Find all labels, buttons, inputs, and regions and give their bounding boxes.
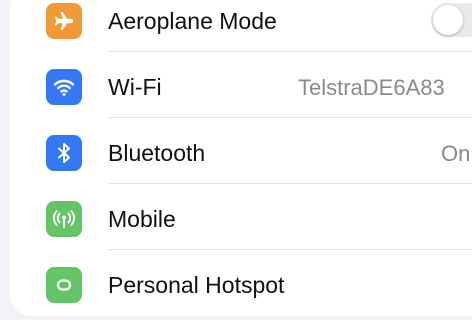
personal-hotspot-label: Personal Hotspot	[108, 272, 285, 298]
settings-group: Aeroplane Mode Wi-Fi TelstraDE6A83 Bluet…	[10, 0, 472, 316]
bluetooth-icon	[46, 135, 82, 171]
settings-row-aeroplane-mode[interactable]: Aeroplane Mode	[10, 0, 472, 52]
wifi-label: Wi-Fi	[108, 74, 162, 100]
wifi-network-value: TelstraDE6A83	[298, 75, 445, 100]
hotspot-icon	[46, 267, 82, 303]
aeroplane-mode-label: Aeroplane Mode	[108, 8, 277, 34]
settings-row-wifi[interactable]: Wi-Fi TelstraDE6A83	[10, 52, 472, 118]
settings-row-mobile[interactable]: Mobile	[10, 184, 472, 250]
aeroplane-icon	[46, 3, 82, 39]
wifi-icon	[46, 69, 82, 105]
bluetooth-label: Bluetooth	[108, 140, 206, 166]
settings-row-bluetooth[interactable]: Bluetooth On	[10, 118, 472, 184]
toggle-knob	[433, 5, 463, 35]
antenna-icon	[46, 201, 82, 237]
bluetooth-status-value: On	[441, 141, 471, 166]
aeroplane-mode-toggle[interactable]	[431, 3, 472, 37]
settings-row-personal-hotspot[interactable]: Personal Hotspot	[10, 250, 472, 316]
mobile-label: Mobile	[108, 206, 176, 232]
